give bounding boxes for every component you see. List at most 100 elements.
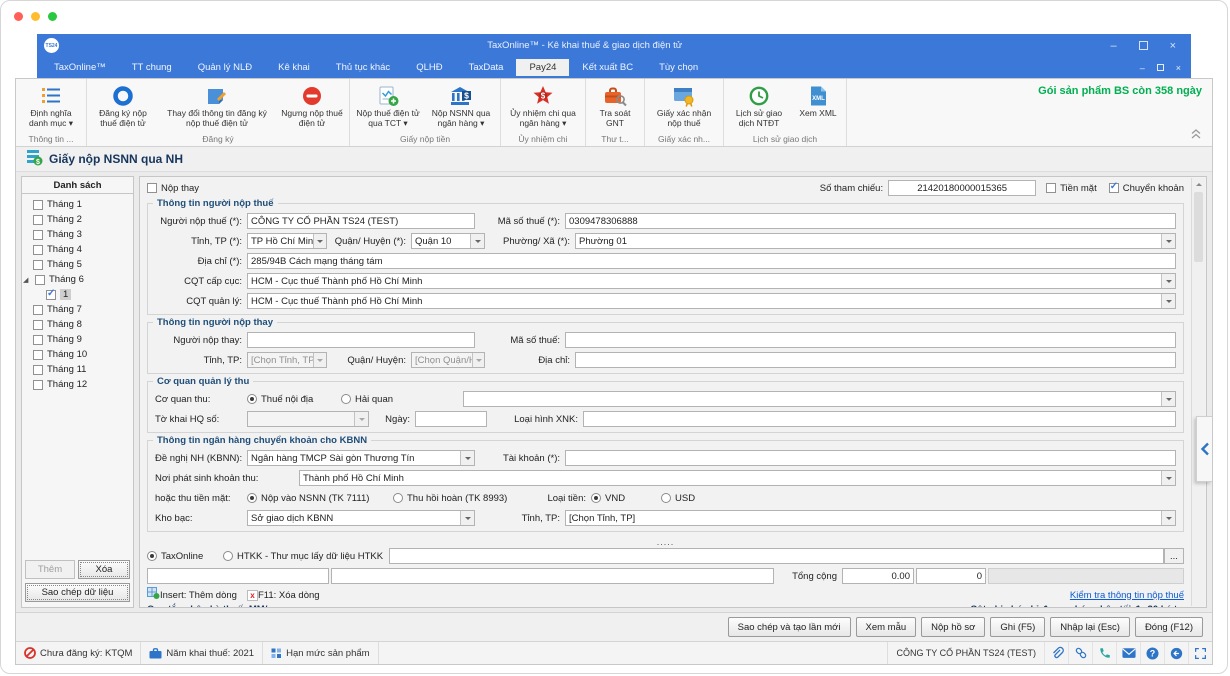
uy-nhiem-chi-button[interactable]: $ Ủy nhiệm chi qua ngân hàng ▾ xyxy=(503,82,583,129)
dropdown-arrow-icon[interactable] xyxy=(1161,511,1175,525)
month-checkbox[interactable] xyxy=(33,215,43,225)
help-icon[interactable]: ? xyxy=(1140,642,1164,664)
nop-thue-qua-tct-button[interactable]: Nộp thuế điện tử qua TCT ▾ xyxy=(352,82,424,129)
lich-su-giao-dich-button[interactable]: Lịch sử giao dịch NTĐT xyxy=(726,82,792,129)
mdi-restore-icon[interactable] xyxy=(1157,64,1164,71)
dia-chi-thay-input[interactable] xyxy=(575,352,1176,368)
xoa-button[interactable]: Xóa xyxy=(78,560,130,579)
sidebar-item-thang-8[interactable]: Tháng 8 xyxy=(22,317,133,332)
sidebar-item-thang-6[interactable]: ◢Tháng 6 xyxy=(22,272,133,287)
menu-tuy-chon[interactable]: Tùy chọn xyxy=(646,59,711,76)
mail-icon[interactable] xyxy=(1116,642,1140,664)
zoom-light-icon[interactable] xyxy=(48,12,57,21)
dropdown-arrow-icon[interactable] xyxy=(460,451,474,465)
collapsed-panel-tab[interactable] xyxy=(1196,416,1212,482)
grid-cell-empty[interactable] xyxy=(147,568,329,584)
menu-quan-ly-nld[interactable]: Quản lý NLĐ xyxy=(185,59,265,76)
ghi-button[interactable]: Ghi (F5) xyxy=(990,617,1045,637)
menu-thu-tuc-khac[interactable]: Thủ tục khác xyxy=(323,59,403,76)
ma-so-thue-thay-input[interactable] xyxy=(565,332,1176,348)
sidebar-item-thang-7[interactable]: Tháng 7 xyxy=(22,302,133,317)
nguoi-nop-thue-input[interactable]: CÔNG TY CỔ PHẦN TS24 (TEST) xyxy=(247,213,475,229)
dia-chi-input[interactable]: 285/94B Cách mạng tháng tám xyxy=(247,253,1176,269)
sidebar-item-thang-6-child-1[interactable]: 1 xyxy=(22,287,133,302)
htkk-path-input[interactable] xyxy=(389,548,1164,564)
nop-vao-nsnn-radio[interactable] xyxy=(247,493,257,503)
menu-ket-xuat-bc[interactable]: Kết xuất BC xyxy=(569,59,646,76)
thay-doi-thong-tin-button[interactable]: Thay đổi thông tin đăng ký nộp thuế điện… xyxy=(157,82,277,129)
month-checkbox[interactable] xyxy=(33,245,43,255)
loai-hinh-xnk-input[interactable] xyxy=(583,411,1176,427)
menu-qlhd[interactable]: QLHĐ xyxy=(403,59,455,76)
dropdown-arrow-icon[interactable] xyxy=(470,234,484,248)
dropdown-arrow-icon[interactable] xyxy=(313,353,326,367)
sao-chep-va-tao-lan-moi-button[interactable]: Sao chép và tạo lần mới xyxy=(728,617,851,637)
nop-thay-checkbox[interactable] xyxy=(147,183,157,193)
cqt-cap-cuc-select[interactable]: HCM - Cục thuế Thành phố Hồ Chí Minh xyxy=(247,273,1176,289)
cqt-quan-ly-select[interactable]: HCM - Cục thuế Thành phố Hồ Chí Minh xyxy=(247,293,1176,309)
menu-taxdata[interactable]: TaxData xyxy=(456,59,517,76)
close-light-icon[interactable] xyxy=(14,12,23,21)
minimize-light-icon[interactable] xyxy=(31,12,40,21)
sidebar-item-thang-1[interactable]: Tháng 1 xyxy=(22,197,133,212)
month-checkbox[interactable] xyxy=(33,305,43,315)
vertical-scrollbar[interactable] xyxy=(1191,178,1205,606)
ribbon-collapse-icon[interactable] xyxy=(1190,126,1202,144)
tra-soat-gnt-button[interactable]: Tra soát GNT xyxy=(588,82,642,129)
sidebar-item-thang-10[interactable]: Tháng 10 xyxy=(22,347,133,362)
xem-mau-button[interactable]: Xem mẫu xyxy=(856,617,917,637)
chat-icon[interactable] xyxy=(1164,642,1188,664)
dropdown-arrow-icon[interactable] xyxy=(1161,392,1175,406)
month-checkbox[interactable] xyxy=(33,365,43,375)
browse-button[interactable]: ... xyxy=(1164,548,1184,564)
tai-khoan-input[interactable] xyxy=(565,450,1176,466)
dropdown-arrow-icon[interactable] xyxy=(354,412,368,426)
nhap-lai-button[interactable]: Nhập lại (Esc) xyxy=(1050,617,1130,637)
phone-icon[interactable] xyxy=(1092,642,1116,664)
thue-noi-dia-radio[interactable] xyxy=(247,394,257,404)
menu-taxonline[interactable]: TaxOnline™ xyxy=(41,59,119,76)
month-checkbox[interactable] xyxy=(33,230,43,240)
minimize-icon[interactable]: – xyxy=(1110,40,1116,52)
scroll-up-icon[interactable] xyxy=(1192,178,1205,191)
usd-radio[interactable] xyxy=(661,493,671,503)
giay-xac-nhan-button[interactable]: Giấy xác nhận nộp thuế xyxy=(647,82,721,129)
dropdown-arrow-icon[interactable] xyxy=(1161,294,1175,308)
expand-icon[interactable] xyxy=(1188,642,1212,664)
sidebar-item-thang-2[interactable]: Tháng 2 xyxy=(22,212,133,227)
tinh-tp-thay-select[interactable]: [Chọn Tỉnh, TP] xyxy=(247,352,327,368)
menu-pay24[interactable]: Pay24 xyxy=(516,59,569,76)
dropdown-arrow-icon[interactable] xyxy=(460,511,474,525)
sao-chep-du-lieu-button[interactable]: Sao chép dữ liệu xyxy=(25,583,130,602)
month-checkbox[interactable] xyxy=(33,320,43,330)
child-checkbox[interactable] xyxy=(46,290,56,300)
sidebar-item-thang-12[interactable]: Tháng 12 xyxy=(22,377,133,392)
maximize-icon[interactable] xyxy=(1139,41,1148,50)
hai-quan-radio[interactable] xyxy=(341,394,351,404)
month-checkbox[interactable] xyxy=(33,380,43,390)
dropdown-arrow-icon[interactable] xyxy=(1161,274,1175,288)
paperclip-icon[interactable] xyxy=(1044,642,1068,664)
scrollbar-thumb[interactable] xyxy=(1194,192,1203,262)
dinh-nghia-danh-muc-button[interactable]: Định nghĩa danh mục ▾ xyxy=(18,82,84,129)
menu-tt-chung[interactable]: TT chung xyxy=(119,59,185,76)
quan-huyen-select[interactable]: Quận 10 xyxy=(411,233,485,249)
noi-phat-sinh-select[interactable]: Thành phố Hồ Chí Minh xyxy=(299,470,1176,486)
thu-hoi-hoan-radio[interactable] xyxy=(393,493,403,503)
kiem-tra-thong-tin-link[interactable]: Kiểm tra thông tin nộp thuế xyxy=(1070,590,1184,601)
dang-ky-nop-thue-button[interactable]: Đăng ký nộp thuế điện tử xyxy=(89,82,157,129)
tree-expander-icon[interactable]: ◢ xyxy=(23,276,31,284)
dropdown-arrow-icon[interactable] xyxy=(1161,471,1175,485)
phuong-xa-select[interactable]: Phường 01 xyxy=(575,233,1176,249)
sidebar-item-thang-9[interactable]: Tháng 9 xyxy=(22,332,133,347)
vnd-radio[interactable] xyxy=(591,493,601,503)
nop-nsnn-qua-ngan-hang-button[interactable]: $ Nộp NSNN qua ngân hàng ▾ xyxy=(424,82,498,129)
ma-so-thue-input[interactable]: 0309478306888 xyxy=(565,213,1176,229)
ngung-nop-thue-button[interactable]: Ngưng nộp thuế điện tử xyxy=(277,82,347,129)
kho-bac-select[interactable]: Sở giao dịch KBNN xyxy=(247,510,475,526)
htkk-source-radio[interactable] xyxy=(223,551,233,561)
chuyen-khoan-checkbox[interactable] xyxy=(1109,183,1119,193)
tinh-tp-select[interactable]: TP Hồ Chí Minh xyxy=(247,233,327,249)
nop-ho-so-button[interactable]: Nộp hồ sơ xyxy=(921,617,985,637)
xem-xml-button[interactable]: XML Xem XML xyxy=(792,82,844,120)
